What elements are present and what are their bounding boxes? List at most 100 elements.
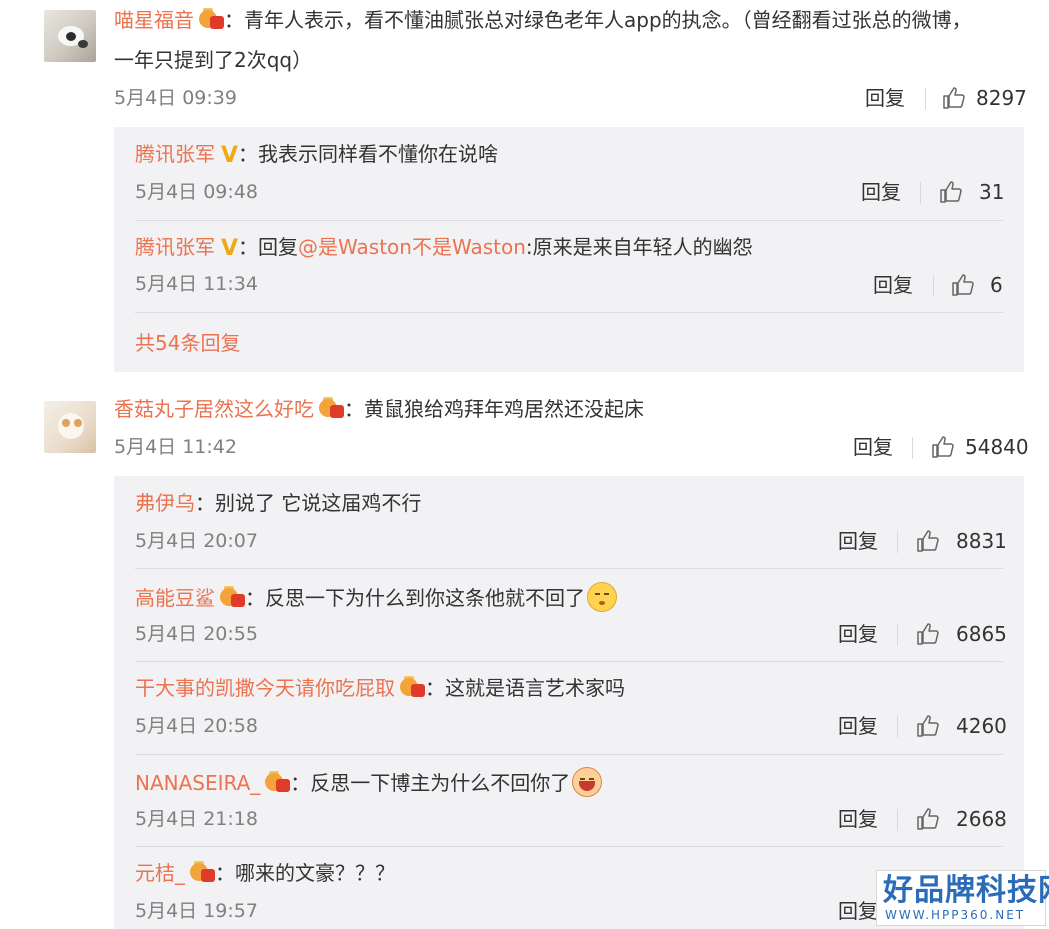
- colon-separator: ：: [195, 491, 215, 515]
- comment-text: 喵星福音 ：青年人表示，看不懂油腻张总对绿色老年人app的执念。（曾经翻看过张总的…: [114, 6, 972, 34]
- reply-button[interactable]: 回复: [861, 178, 901, 206]
- like-count: 6865: [956, 622, 1007, 646]
- colon-separator: ：: [290, 771, 311, 795]
- action-divider: [897, 809, 898, 831]
- comment-body: 黄鼠狼给鸡拜年鸡居然还没起床: [364, 397, 644, 421]
- colon-separator: ：: [238, 142, 259, 166]
- reply-body: 别说了 它说这届鸡不行: [215, 491, 422, 515]
- mention-link[interactable]: @是Waston不是Waston: [298, 235, 526, 259]
- reply-prefix: 回复: [258, 235, 299, 259]
- action-divider: [920, 182, 921, 204]
- action-divider: [897, 531, 898, 553]
- colon-separator: ：: [245, 586, 265, 610]
- reply-text: 腾讯张军 V：我表示同样看不懂你在说啥: [135, 140, 498, 170]
- reply-button[interactable]: 回复: [873, 271, 913, 299]
- colon-separator: ：: [238, 235, 259, 259]
- site-watermark: 好品牌科技网 WWW.HPP360.NET: [876, 870, 1049, 926]
- reply-divider: [135, 568, 1003, 569]
- shh-emoji-icon: [587, 582, 617, 612]
- verified-v-icon: V: [221, 143, 239, 168]
- reply-body: 这就是语言艺术家吗: [445, 676, 625, 700]
- like-count: 8297: [976, 86, 1027, 110]
- thumbs-up-icon[interactable]: [951, 273, 975, 297]
- action-divider: [897, 624, 898, 646]
- like-count: 54840: [965, 435, 1029, 459]
- reply-divider: [135, 312, 1003, 313]
- username-link[interactable]: 干大事的凯撒今天请你吃屁取: [135, 676, 395, 700]
- username-link[interactable]: 弗伊乌: [135, 491, 195, 515]
- member-badge-icon: [189, 861, 215, 883]
- reply-button[interactable]: 回复: [838, 527, 878, 555]
- reply-button[interactable]: 回复: [853, 433, 893, 461]
- comment-text-continued: 一年只提到了2次qq）: [114, 48, 313, 72]
- like-count: 6: [990, 273, 1003, 297]
- thumbs-up-icon[interactable]: [916, 529, 940, 553]
- comment-time: 5月4日 11:42: [114, 436, 237, 458]
- thumbs-up-icon[interactable]: [916, 622, 940, 646]
- reply-time: 5月4日 20:58: [135, 715, 258, 737]
- avatar[interactable]: [44, 10, 96, 62]
- reply-button[interactable]: 回复: [838, 897, 878, 925]
- thumbs-up-icon[interactable]: [939, 180, 963, 204]
- reply-button[interactable]: 回复: [838, 805, 878, 833]
- reply-time: 5月4日 20:07: [135, 530, 258, 552]
- thumbs-up-icon[interactable]: [916, 807, 940, 831]
- reply-time: 5月4日 09:48: [135, 181, 258, 203]
- avatar[interactable]: [44, 401, 96, 453]
- action-divider: [933, 275, 934, 297]
- member-badge-icon: [219, 586, 245, 608]
- username-link[interactable]: 腾讯张军: [135, 142, 215, 166]
- reply-text: 高能豆鲨 ：反思一下为什么到你这条他就不回了: [135, 582, 617, 612]
- like-count: 4260: [956, 714, 1007, 738]
- reply-divider: [135, 661, 1003, 662]
- reply-divider: [135, 754, 1003, 755]
- colon-separator: ：: [215, 861, 235, 885]
- username-link[interactable]: 元桔_: [135, 861, 185, 885]
- action-divider: [925, 88, 926, 110]
- reply-text: 腾讯张军 V：回复@是Waston不是Waston:原来是来自年轻人的幽怨: [135, 233, 753, 263]
- comment-list: 喵星福音 ：青年人表示，看不懂油腻张总对绿色老年人app的执念。（曾经翻看过张总的…: [0, 0, 1049, 929]
- like-count: 8831: [956, 529, 1007, 553]
- reply-time: 5月4日 19:57: [135, 900, 258, 922]
- reply-body: 哪来的文豪？？？: [235, 861, 395, 885]
- comment-time: 5月4日 09:39: [114, 87, 237, 109]
- reply-body: 反思一下为什么到你这条他就不回了: [265, 586, 585, 610]
- laughing-emoji-icon: [572, 767, 603, 797]
- reply-button[interactable]: 回复: [865, 84, 905, 112]
- username-link[interactable]: 喵星福音: [114, 8, 194, 32]
- username-link[interactable]: 高能豆鲨: [135, 586, 215, 610]
- like-count: 31: [979, 180, 1005, 204]
- thumbs-up-icon[interactable]: [916, 714, 940, 738]
- thumbs-up-icon[interactable]: [931, 435, 955, 459]
- reply-time: 5月4日 21:18: [135, 808, 258, 830]
- username-link[interactable]: 香菇丸子居然这么好吃: [114, 397, 314, 421]
- reply-body: 我表示同样看不懂你在说啥: [258, 142, 499, 166]
- reply-body: :原来是来自年轻人的幽怨: [525, 235, 753, 259]
- like-count: 2668: [956, 807, 1007, 831]
- reply-time: 5月4日 20:55: [135, 623, 258, 645]
- member-badge-icon: [198, 8, 224, 30]
- action-divider: [912, 437, 913, 459]
- reply-text: 元桔_ ：哪来的文豪？？？: [135, 859, 395, 887]
- comment-body: 青年人表示，看不懂油腻张总对绿色老年人app的执念。（曾经翻看过张总的微博，: [244, 8, 972, 32]
- reply-divider: [135, 846, 1003, 847]
- verified-v-icon: V: [221, 236, 239, 261]
- reply-time: 5月4日 11:34: [135, 273, 258, 295]
- watermark-url: WWW.HPP360.NET: [885, 908, 1026, 922]
- colon-separator: ：: [425, 676, 445, 700]
- member-badge-icon: [264, 771, 291, 793]
- thumbs-up-icon[interactable]: [942, 86, 966, 110]
- comment-text: 香菇丸子居然这么好吃 ：黄鼠狼给鸡拜年鸡居然还没起床: [114, 395, 644, 423]
- reply-divider: [135, 220, 1003, 221]
- member-badge-icon: [399, 676, 425, 698]
- username-link[interactable]: 腾讯张军: [135, 235, 215, 259]
- more-replies-link[interactable]: 共54条回复: [135, 329, 240, 357]
- reply-body: 反思一下博主为什么不回你了: [310, 771, 571, 795]
- reply-text: NANASEIRA_ ：反思一下博主为什么不回你了: [135, 767, 603, 797]
- reply-button[interactable]: 回复: [838, 620, 878, 648]
- username-link[interactable]: NANASEIRA_: [135, 771, 260, 795]
- reply-text: 弗伊乌：别说了 它说这届鸡不行: [135, 489, 421, 517]
- colon-separator: ：: [344, 397, 364, 421]
- colon-separator: ：: [224, 8, 244, 32]
- reply-button[interactable]: 回复: [838, 712, 878, 740]
